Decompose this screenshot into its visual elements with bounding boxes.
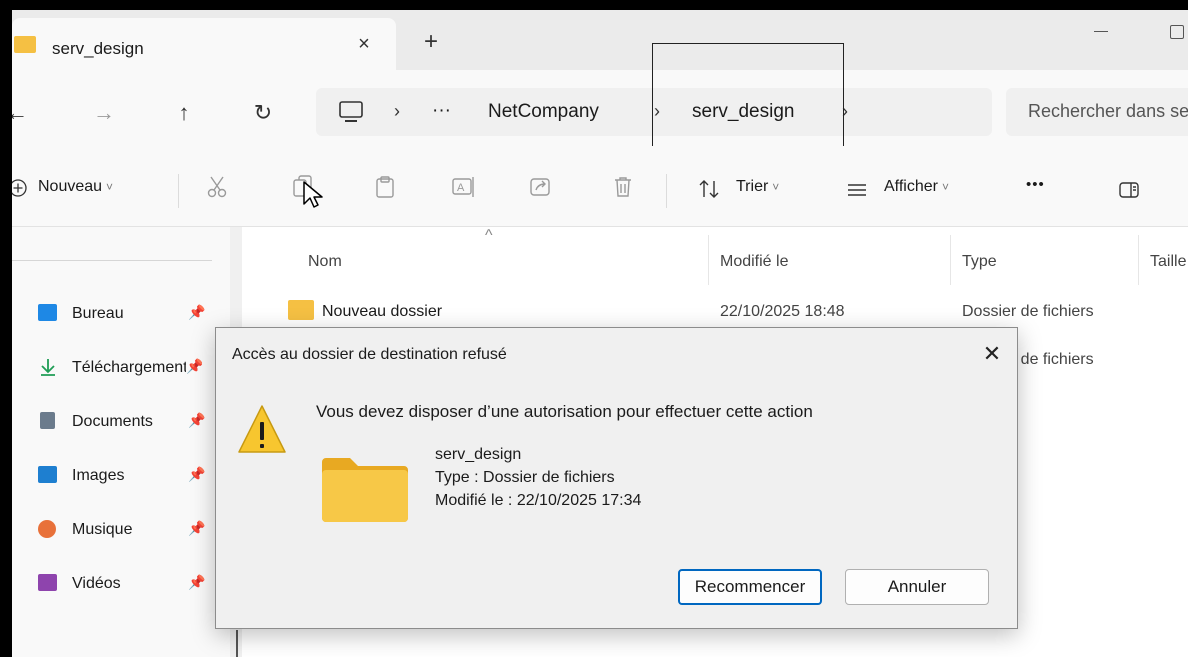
sort-ascending-icon: ^: [485, 227, 493, 244]
breadcrumb-overflow[interactable]: ···: [432, 100, 451, 122]
search-box[interactable]: Rechercher dans serv_design: [1006, 88, 1188, 136]
pin-icon: 📌: [188, 304, 206, 320]
view-icon: [848, 184, 866, 196]
mouse-cursor-icon: [303, 181, 323, 208]
cancel-button[interactable]: Annuler: [845, 569, 989, 605]
tab-serv-design[interactable]: serv_design ×: [12, 18, 396, 70]
sidebar-item-telechargements[interactable]: Téléchargements 📌: [12, 351, 202, 387]
column-divider: [1138, 235, 1139, 285]
desktop-icon: [38, 304, 57, 321]
this-pc-icon: [339, 101, 363, 122]
dialog-title: Accès au dossier de destination refusé: [232, 346, 507, 363]
command-bar: Nouveau ˅ A Trier ˅ Afficher ˅ •••: [12, 146, 1188, 227]
column-divider: [708, 235, 709, 285]
close-icon[interactable]: ✕: [978, 340, 1006, 368]
share-icon[interactable]: [528, 174, 554, 200]
more-options-button[interactable]: •••: [1026, 176, 1045, 193]
paste-icon[interactable]: [372, 174, 398, 200]
chevron-down-icon: ˅: [941, 180, 949, 194]
sidebar-item-documents[interactable]: Documents 📌: [12, 405, 230, 441]
row-name: Nouveau dossier: [322, 303, 443, 320]
folder-icon: [288, 300, 314, 320]
row-modified: 22/10/2025 18:48: [720, 303, 845, 320]
navigation-pane: Bureau 📌 Téléchargements 📌 Documents 📌 I…: [12, 227, 230, 657]
tab-title: serv_design: [52, 39, 144, 58]
pin-icon: 📌: [186, 358, 202, 375]
column-header-name[interactable]: Nom: [308, 253, 342, 271]
retry-button[interactable]: Recommencer: [678, 569, 822, 605]
sidebar-item-label: Documents: [72, 413, 153, 430]
search-input[interactable]: Rechercher dans serv_design: [1028, 101, 1188, 122]
videos-icon: [38, 574, 57, 591]
chevron-down-icon: ˅: [772, 180, 780, 194]
sidebar-item-musique[interactable]: Musique 📌: [12, 513, 230, 549]
pin-icon: 📌: [188, 520, 206, 536]
item-type: Type : Dossier de fichiers: [435, 469, 615, 486]
pin-icon: 📌: [188, 466, 206, 482]
sort-icon: [699, 180, 719, 198]
tab-bar: serv_design × +: [12, 10, 1188, 70]
maximize-button[interactable]: [1162, 16, 1188, 46]
delete-icon[interactable]: [610, 174, 636, 200]
sidebar-item-videos[interactable]: Vidéos 📌: [12, 567, 230, 603]
navigation-bar: ← → ↑ ↻ › ··· NetCompany › serv_design ›…: [12, 70, 1188, 146]
pin-icon: 📌: [188, 574, 206, 590]
item-modified: Modifié le : 22/10/2025 17:34: [435, 492, 642, 509]
toolbar-divider: [178, 174, 179, 208]
view-button-label: Afficher: [884, 178, 938, 195]
column-header-modified[interactable]: Modifié le: [720, 253, 788, 271]
images-icon: [38, 466, 57, 483]
new-button[interactable]: Nouveau ˅: [38, 178, 113, 196]
pane-splitter-handle: [236, 630, 238, 657]
sidebar-divider: [12, 260, 212, 261]
column-header-type[interactable]: Type: [962, 253, 997, 271]
breadcrumb-netcompany[interactable]: NetCompany: [488, 101, 599, 123]
sidebar-item-bureau[interactable]: Bureau 📌: [12, 297, 230, 333]
sidebar-item-label: Bureau: [72, 305, 124, 322]
pin-icon: 📌: [188, 412, 206, 428]
dialog-message: Vous devez disposer d’une autorisation p…: [316, 402, 813, 421]
new-button-label: Nouveau: [38, 178, 103, 195]
folder-icon: [322, 458, 408, 522]
sidebar-item-label: Vidéos: [72, 575, 121, 592]
row-type: Dossier de fichiers: [962, 303, 1094, 320]
chevron-down-icon: ˅: [106, 180, 114, 194]
close-tab-icon[interactable]: ×: [350, 33, 378, 56]
back-button[interactable]: ←: [12, 98, 32, 128]
toolbar-divider: [666, 174, 667, 208]
sort-button[interactable]: Trier ˅: [736, 178, 779, 196]
refresh-button[interactable]: ↻: [248, 98, 278, 128]
column-divider: [950, 235, 951, 285]
details-pane-icon[interactable]: [1118, 181, 1140, 199]
documents-icon: [40, 412, 55, 429]
view-button[interactable]: Afficher ˅: [884, 178, 949, 196]
access-denied-dialog: Accès au dossier de destination refusé ✕…: [215, 327, 1018, 629]
forward-button[interactable]: →: [89, 98, 119, 128]
new-plus-icon: [12, 179, 27, 197]
sort-button-label: Trier: [736, 178, 769, 195]
up-button[interactable]: ↑: [169, 98, 199, 128]
svg-text:A: A: [457, 182, 465, 194]
sidebar-item-label: Musique: [72, 521, 133, 538]
rename-icon[interactable]: A: [450, 174, 476, 200]
sidebar-item-label: Images: [72, 467, 125, 484]
folder-icon: [14, 36, 36, 53]
minimize-button[interactable]: [1086, 16, 1116, 46]
sidebar-item-label: Téléchargements: [72, 359, 196, 376]
new-tab-button[interactable]: +: [416, 28, 446, 56]
breadcrumb-separator[interactable]: ›: [394, 101, 400, 122]
download-icon: [41, 359, 55, 376]
warning-icon: [238, 405, 286, 453]
sidebar-item-images[interactable]: Images 📌: [12, 459, 230, 495]
column-header-size[interactable]: Taille: [1150, 253, 1186, 271]
music-icon: [38, 520, 56, 538]
cut-icon[interactable]: [204, 174, 230, 200]
item-name: serv_design: [435, 446, 522, 463]
